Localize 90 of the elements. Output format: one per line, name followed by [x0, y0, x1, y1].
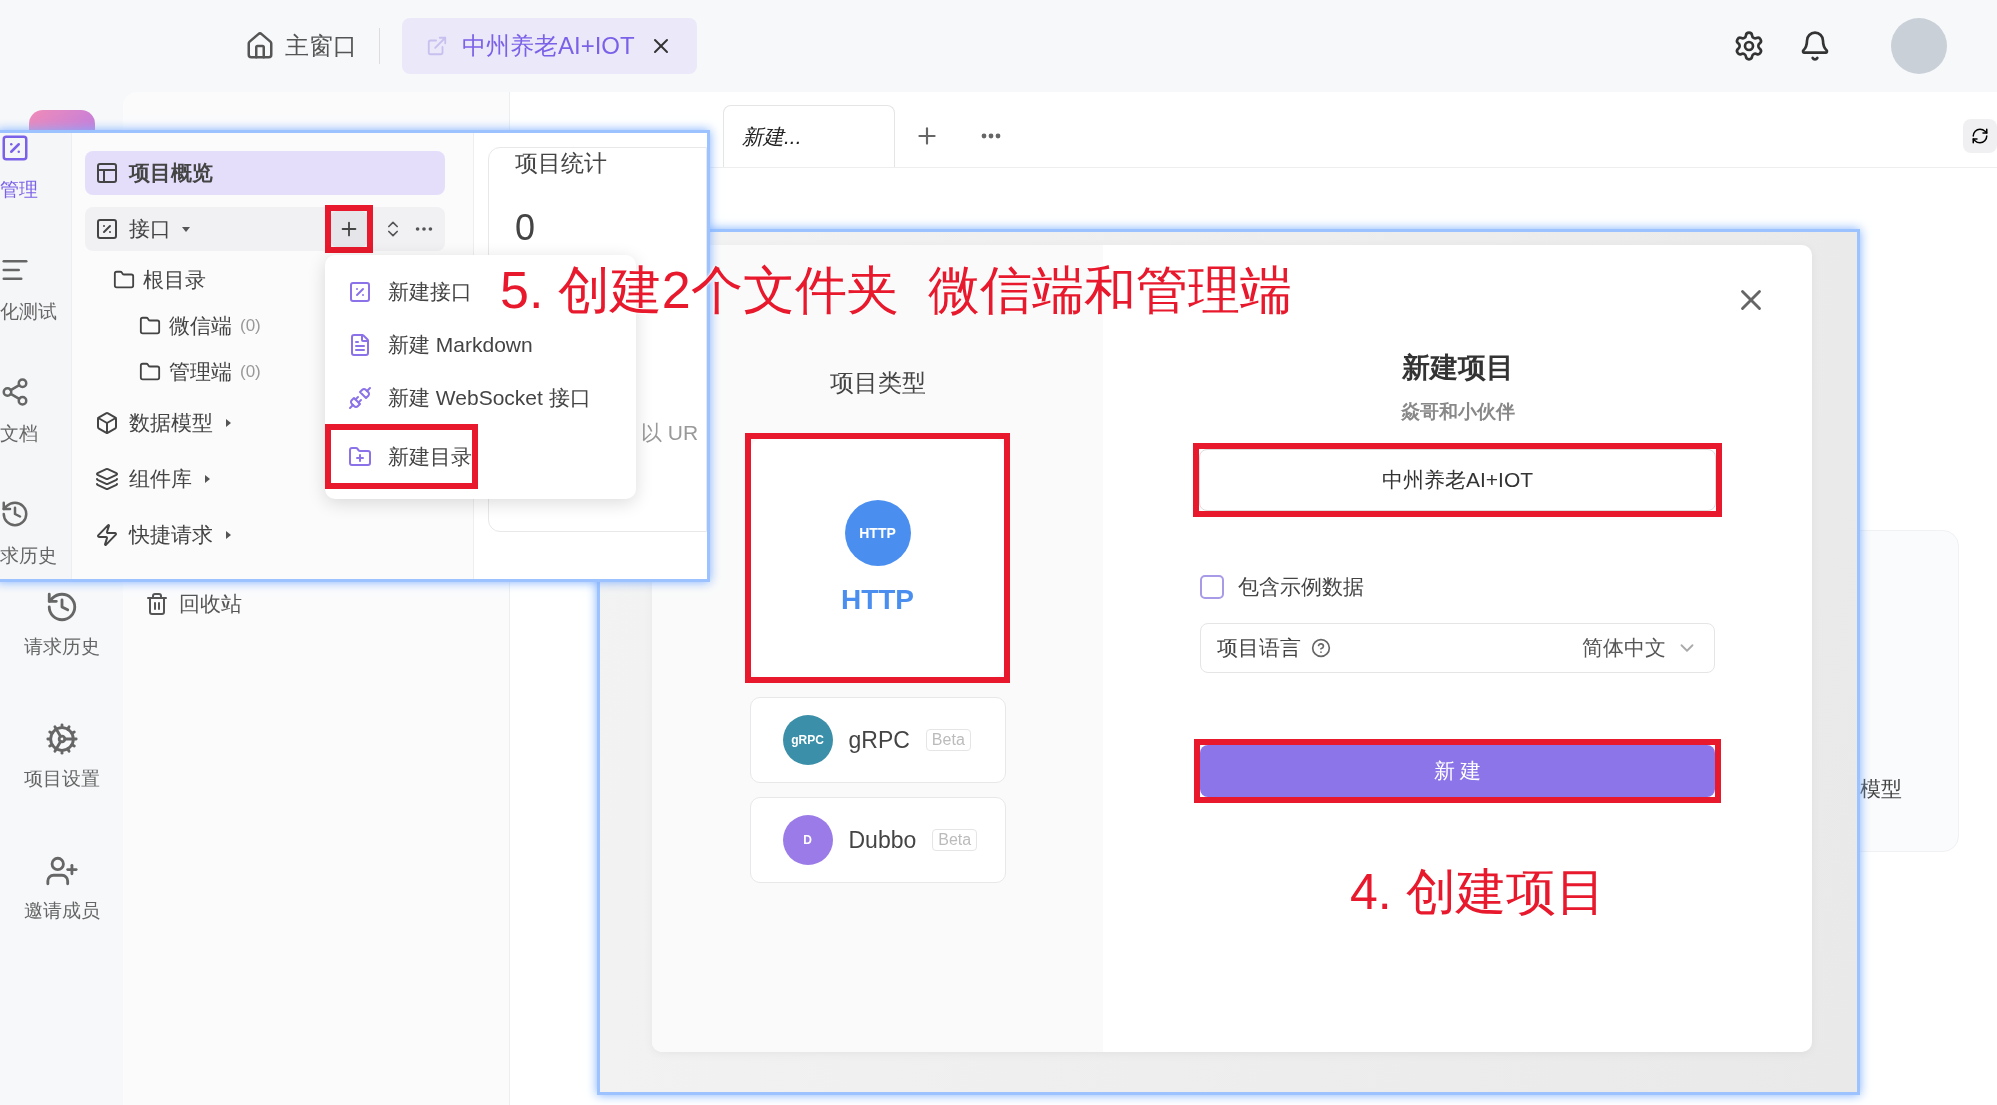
sample-data-checkbox[interactable]: 包含示例数据 [1200, 573, 1715, 601]
item-label: 组件库 [129, 466, 192, 492]
item-icon [95, 217, 119, 241]
type-logo: D [782, 815, 833, 865]
item-label: 项目概览 [129, 160, 213, 186]
window-icon [426, 35, 448, 57]
type-label: gRPC [848, 726, 910, 754]
type-logo: gRPC [782, 715, 833, 765]
rail-label: 化测试 [0, 300, 58, 324]
item-icon [95, 523, 119, 547]
bell-icon[interactable] [1799, 30, 1831, 62]
project-type-option[interactable]: gRPC gRPC Beta [749, 697, 1006, 783]
annotation-text: 5. 创建2个文件夹 微信端和管理端 [500, 262, 1292, 320]
rail-item[interactable]: 文档 [0, 377, 71, 447]
section-title: 项目类型 [829, 368, 926, 398]
beta-badge: Beta [925, 729, 971, 751]
rail-item[interactable]: 邀请成员 [23, 854, 100, 924]
checkbox-label: 包含示例数据 [1238, 574, 1364, 600]
annotation-text: 4. 创建项目 [1350, 865, 1606, 920]
folder-label: 微信端 [169, 313, 232, 339]
folder-icon [113, 269, 135, 291]
menu-item[interactable]: 新建 Markdown [325, 318, 533, 371]
rail-label: 求历史 [0, 544, 58, 568]
project-type-option[interactable]: D Dubbo Beta [749, 797, 1006, 883]
folder-label: 管理端 [169, 359, 232, 385]
folder-icon [139, 361, 161, 383]
rail-icon [44, 854, 79, 888]
tree-item[interactable]: 快捷请求 [85, 513, 445, 557]
menu-icon [348, 444, 372, 469]
rail-label: 邀请成员 [23, 899, 100, 923]
home-link[interactable]: 主窗口 [245, 30, 357, 62]
item-icon [95, 161, 119, 185]
card-label: 模型 [1860, 776, 1902, 802]
type-label: HTTP [840, 584, 915, 616]
rail-icon [0, 133, 30, 163]
item-count: (0) [240, 362, 261, 382]
select-value: 简体中文 [1582, 635, 1666, 661]
menu-item[interactable]: 新建接口 [325, 265, 472, 318]
item-count: (0) [240, 316, 261, 336]
add-button[interactable] [331, 211, 367, 247]
menu-icon [348, 332, 372, 357]
folder-label: 根目录 [143, 267, 206, 293]
folder-icon [139, 315, 161, 337]
language-select[interactable]: 项目语言 简体中文 [1200, 623, 1715, 673]
rail-icon [44, 722, 79, 756]
help-icon [1311, 638, 1331, 658]
window-tab[interactable]: 中州养老AI+IOT [402, 18, 697, 74]
more-icon [981, 133, 1001, 139]
rail-item[interactable]: 管理 [0, 133, 71, 203]
rail-item[interactable]: 求历史 [0, 499, 71, 569]
item-icon [95, 467, 119, 491]
rail-label: 文档 [0, 422, 39, 446]
dialog-title: 新建项目 [1401, 351, 1514, 385]
menu-item[interactable]: 新建 WebSocket 接口 [325, 371, 591, 424]
home-icon [245, 31, 275, 61]
rail-item[interactable]: 请求历史 [23, 590, 100, 660]
tab-title: 中州养老AI+IOT [462, 31, 635, 61]
rail-label: 请求历史 [23, 635, 100, 659]
rail-icon [0, 377, 30, 407]
stats-title: 项目统计 [515, 149, 608, 178]
refresh-button[interactable] [1963, 119, 1997, 153]
item-label: 接口 [129, 216, 171, 242]
stats-value: 0 [515, 207, 537, 249]
settings-icon[interactable] [1733, 30, 1765, 62]
create-button[interactable]: 新 建 [1200, 745, 1715, 797]
sidebar-item[interactable]: 回收站 [145, 590, 509, 618]
rail-item[interactable]: 项目设置 [23, 722, 100, 792]
editor-tab[interactable]: 新建... [723, 105, 895, 167]
menu-icon [348, 279, 372, 304]
sidebar-label: 回收站 [179, 591, 242, 617]
stats-note: 以 UR [641, 420, 700, 446]
menu-icon [348, 385, 372, 410]
select-label: 项目语言 [1217, 635, 1301, 661]
menu-item[interactable]: 新建目录 [331, 430, 472, 483]
trash-icon [145, 592, 169, 616]
item-icon [95, 411, 119, 435]
dialog-subtitle: 焱哥和小伙伴 [1400, 400, 1515, 424]
beta-badge: Beta [932, 829, 978, 851]
name-input-field[interactable]: 中州养老AI+IOT [1199, 449, 1716, 511]
rail-icon [0, 499, 30, 529]
tree-item[interactable]: 项目概览 [85, 151, 445, 195]
rail-item[interactable]: 化测试 [0, 255, 71, 325]
tree-item[interactable]: 接口 [85, 207, 445, 251]
item-label: 快捷请求 [129, 522, 213, 548]
type-logo: HTTP [844, 500, 911, 566]
rail-label: 项目设置 [23, 767, 100, 791]
type-label: Dubbo [848, 826, 917, 854]
item-label: 数据模型 [129, 410, 213, 436]
refresh-icon [1971, 127, 1989, 145]
rail-label: 管理 [0, 178, 39, 202]
